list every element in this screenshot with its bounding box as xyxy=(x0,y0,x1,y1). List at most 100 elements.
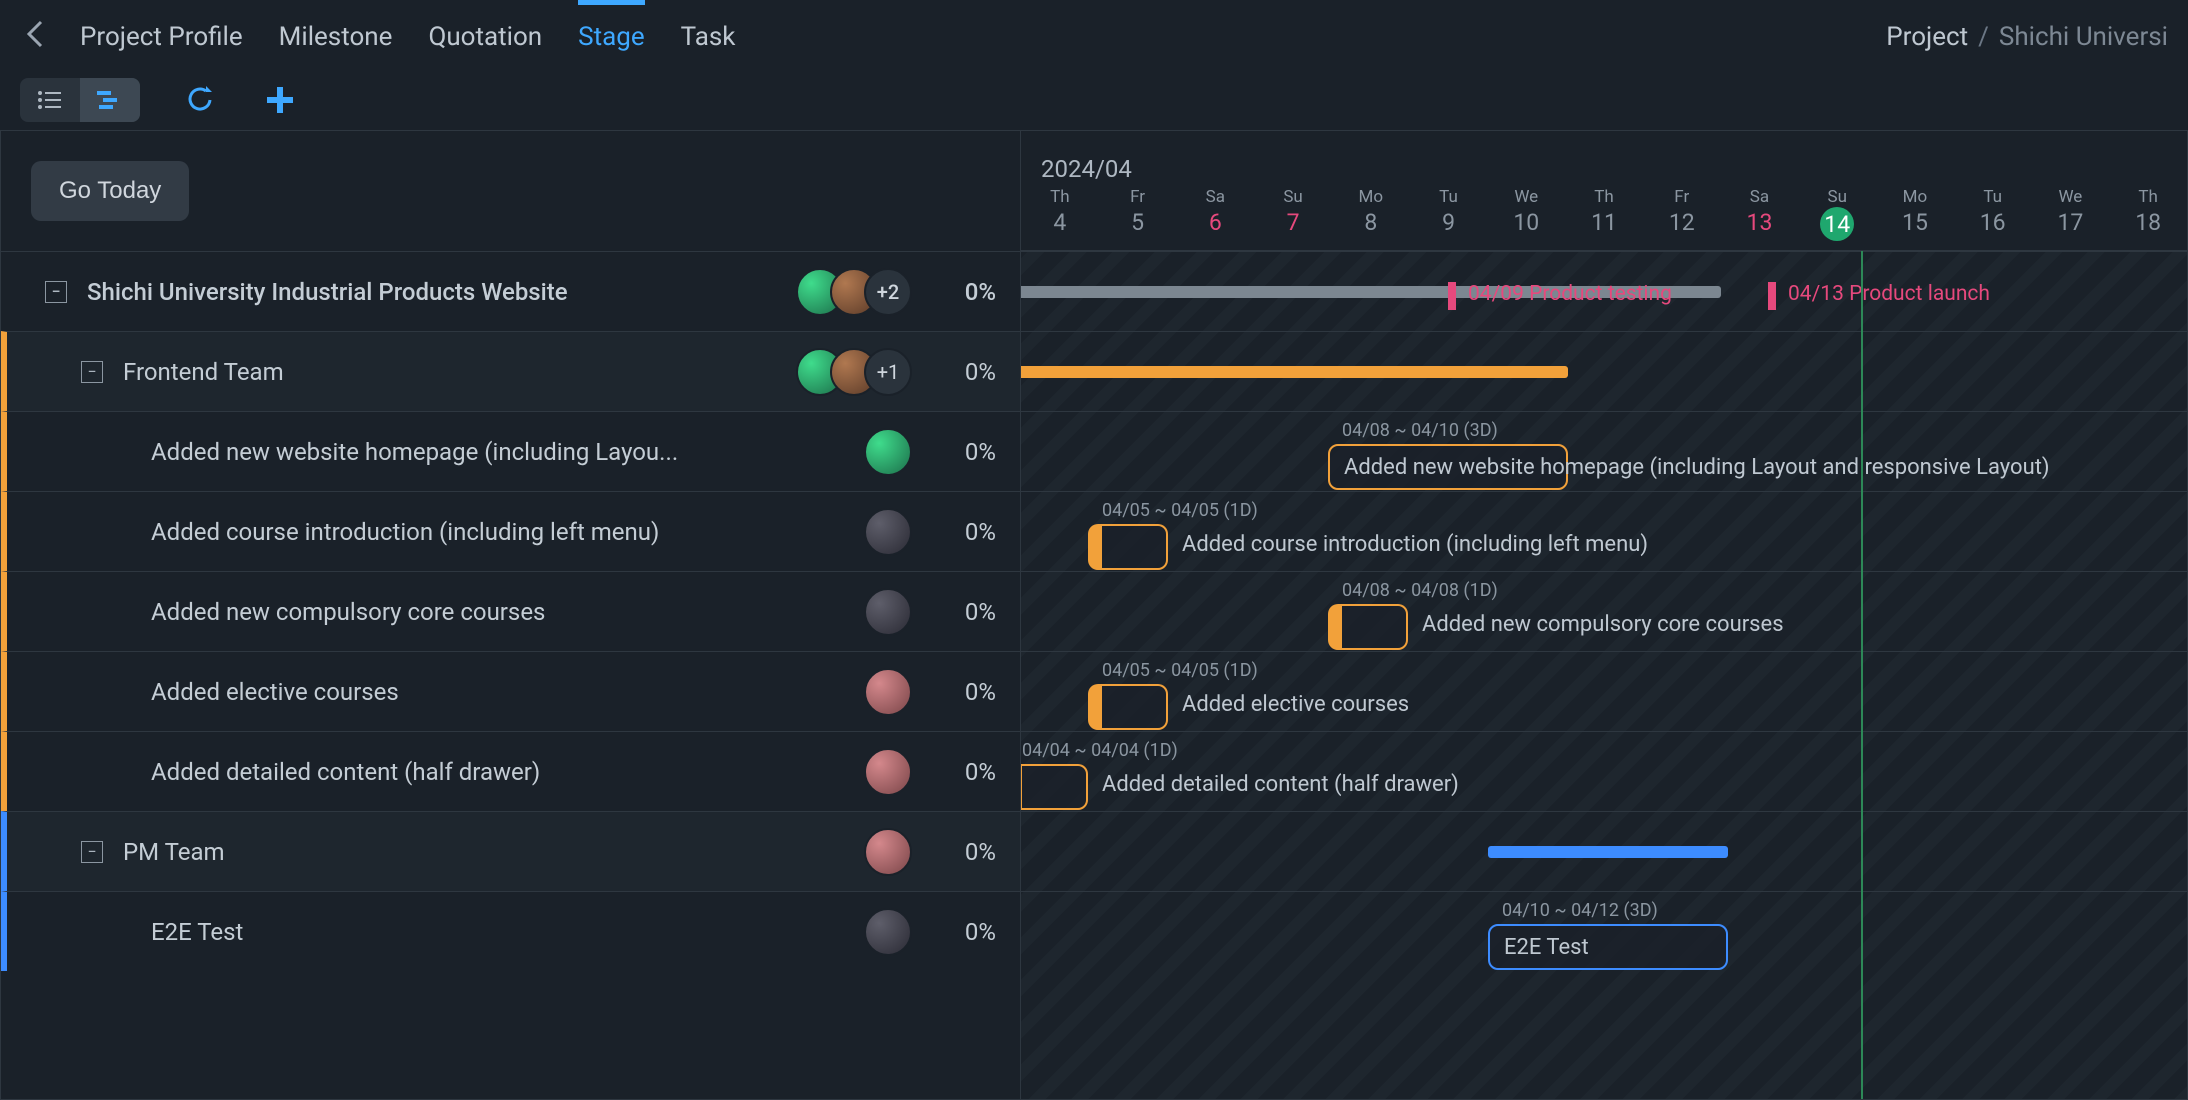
task-percent: 0% xyxy=(936,678,996,706)
avatar-more[interactable]: +2 xyxy=(864,268,912,316)
task-row[interactable]: −Frontend Team+10% xyxy=(1,331,1020,411)
avatar[interactable] xyxy=(864,828,912,876)
assignee-avatars: +2 xyxy=(796,268,912,316)
day-8: Mo8 xyxy=(1332,187,1410,241)
task-bar[interactable] xyxy=(1020,764,1088,810)
task-bar[interactable] xyxy=(1088,524,1168,570)
days-row: Th4Fr5Sa6Su7Mo8Tu9We10Th11Fr12Sa13Su14Mo… xyxy=(1021,187,2187,241)
task-bar-label: Added elective courses xyxy=(1182,692,1409,717)
task-percent: 0% xyxy=(936,838,996,866)
task-row[interactable]: Added elective courses 0% xyxy=(1,651,1020,731)
task-percent: 0% xyxy=(936,278,996,306)
task-date-range: 04/08 ~ 04/08 (1D) xyxy=(1342,580,1498,601)
go-today-button[interactable]: Go Today xyxy=(31,161,189,221)
day-15: Mo15 xyxy=(1876,187,1954,241)
day-18: Th18 xyxy=(2109,187,2187,241)
milestone-marker[interactable] xyxy=(1768,282,1776,310)
avatar[interactable] xyxy=(864,588,912,636)
day-17: We17 xyxy=(2032,187,2110,241)
breadcrumb-root[interactable]: Project xyxy=(1886,22,1968,52)
gantt-view-button[interactable] xyxy=(80,78,140,122)
assignee-avatars xyxy=(864,588,912,636)
avatar[interactable] xyxy=(864,668,912,716)
task-title: Added elective courses xyxy=(151,678,864,706)
task-percent: 0% xyxy=(936,598,996,626)
view-toggle xyxy=(20,78,140,122)
assignee-avatars: +1 xyxy=(796,348,912,396)
nav-tab-milestone[interactable]: Milestone xyxy=(279,4,393,70)
plus-icon xyxy=(265,85,295,115)
task-bar[interactable] xyxy=(1328,604,1408,650)
task-percent: 0% xyxy=(936,758,996,786)
task-list-pane: Go Today −Shichi University Industrial P… xyxy=(0,130,1020,1100)
task-row[interactable]: Added new website homepage (including La… xyxy=(1,411,1020,491)
task-title: Frontend Team xyxy=(123,358,796,386)
main: Go Today −Shichi University Industrial P… xyxy=(0,130,2188,1100)
chevron-left-icon xyxy=(26,19,44,49)
task-row[interactable]: Added course introduction (including lef… xyxy=(1,491,1020,571)
add-button[interactable] xyxy=(260,80,300,120)
task-row[interactable]: −Shichi University Industrial Products W… xyxy=(1,251,1020,331)
collapse-toggle[interactable]: − xyxy=(81,361,103,383)
task-title: PM Team xyxy=(123,838,864,866)
avatar[interactable] xyxy=(864,908,912,956)
header: Project Profile Milestone Quotation Stage Ta… xyxy=(0,0,2188,70)
collapse-toggle[interactable]: − xyxy=(45,281,67,303)
gantt-row xyxy=(1021,331,2187,411)
task-date-range: 04/08 ~ 04/10 (3D) xyxy=(1342,420,1498,441)
timeline-pane: 2024/04 Th4Fr5Sa6Su7Mo8Tu9We10Th11Fr12Sa… xyxy=(1020,130,2188,1100)
today-line xyxy=(1861,251,1863,1099)
task-date-range: 04/04 ~ 04/04 (1D) xyxy=(1022,740,1178,761)
task-title: Added new website homepage (including La… xyxy=(151,438,864,466)
day-14: Su14 xyxy=(1798,187,1876,241)
task-title: Added course introduction (including lef… xyxy=(151,518,864,546)
day-11: Th11 xyxy=(1565,187,1643,241)
task-bar[interactable] xyxy=(1088,684,1168,730)
assignee-avatars xyxy=(864,428,912,476)
day-6: Sa6 xyxy=(1176,187,1254,241)
nav-tab-quotation[interactable]: Quotation xyxy=(428,4,542,70)
task-bar-label: Added course introduction (including lef… xyxy=(1182,532,1648,557)
nav-tab-task[interactable]: Task xyxy=(681,4,736,70)
refresh-icon xyxy=(184,84,216,116)
avatar[interactable] xyxy=(864,748,912,796)
task-bar[interactable]: Added new website homepage (including La… xyxy=(1328,444,1568,490)
day-5: Fr5 xyxy=(1099,187,1177,241)
nav-tab-project-profile[interactable]: Project Profile xyxy=(80,4,243,70)
avatar[interactable] xyxy=(864,428,912,476)
gantt-row: 04/04 ~ 04/04 (1D)Added detailed content… xyxy=(1021,731,2187,811)
gantt-row: 04/10 ~ 04/12 (3D)E2E Test xyxy=(1021,891,2187,971)
nav-tab-stage[interactable]: Stage xyxy=(578,4,644,70)
milestone-label: 04/13 Product launch xyxy=(1788,282,1990,306)
day-9: Tu9 xyxy=(1410,187,1488,241)
nav-tabs: Project Profile Milestone Quotation Stage Ta… xyxy=(80,4,735,70)
refresh-button[interactable] xyxy=(180,80,220,120)
gantt-row: 04/05 ~ 04/05 (1D)Added course introduct… xyxy=(1021,491,2187,571)
gantt-row: 04/05 ~ 04/05 (1D)Added elective courses xyxy=(1021,651,2187,731)
back-button[interactable] xyxy=(20,13,50,61)
day-12: Fr12 xyxy=(1643,187,1721,241)
task-percent: 0% xyxy=(936,918,996,946)
gantt-row: 04/08 ~ 04/10 (3D) Added new website home… xyxy=(1021,411,2187,491)
task-bar[interactable]: E2E Test xyxy=(1488,924,1728,970)
assignee-avatars xyxy=(864,668,912,716)
list-view-button[interactable] xyxy=(20,78,80,122)
task-row[interactable]: Added new compulsory core courses 0% xyxy=(1,571,1020,651)
task-row[interactable]: E2E Test0% xyxy=(1,891,1020,971)
summary-bar[interactable] xyxy=(1020,366,1568,378)
task-title: Added detailed content (half drawer) xyxy=(151,758,864,786)
day-16: Tu16 xyxy=(1954,187,2032,241)
task-title: Shichi University Industrial Products We… xyxy=(87,278,796,306)
task-row[interactable]: −PM Team 0% xyxy=(1,811,1020,891)
task-title: Added new compulsory core courses xyxy=(151,598,864,626)
gantt-row: 04/09 Product testing 04/13 Product launc… xyxy=(1021,251,2187,331)
avatar-more[interactable]: +1 xyxy=(864,348,912,396)
task-row[interactable]: Added detailed content (half drawer) 0% xyxy=(1,731,1020,811)
milestone-marker[interactable] xyxy=(1448,282,1456,310)
collapse-toggle[interactable]: − xyxy=(81,841,103,863)
task-bar-label: Added new compulsory core courses xyxy=(1422,612,1784,637)
milestone-label: 04/09 Product testing xyxy=(1468,282,1672,306)
gantt-row xyxy=(1021,811,2187,891)
summary-bar[interactable] xyxy=(1488,846,1728,858)
avatar[interactable] xyxy=(864,508,912,556)
